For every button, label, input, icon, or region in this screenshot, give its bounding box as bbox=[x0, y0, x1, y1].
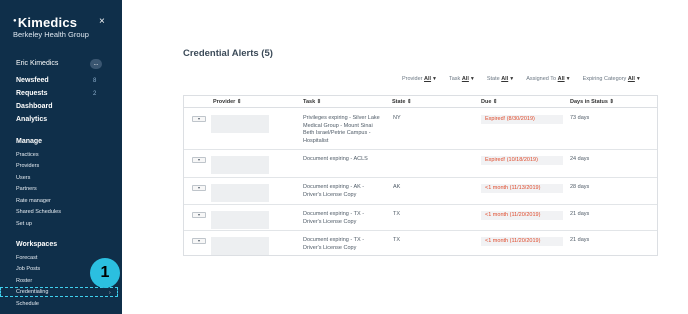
provider-cell bbox=[211, 115, 269, 133]
column-state[interactable]: State ⇕ bbox=[392, 99, 412, 105]
filter-task-label: Task bbox=[449, 76, 461, 82]
provider-cell bbox=[211, 184, 269, 202]
sidebar-item-partners[interactable]: Partners bbox=[16, 186, 37, 192]
sidebar-item-analytics[interactable]: Analytics bbox=[16, 116, 47, 123]
row-action-dropdown[interactable]: ▾ bbox=[192, 157, 206, 163]
app-root: ●Kimedics × Berkeley Health Group Eric K… bbox=[0, 0, 688, 314]
row-action-dropdown[interactable]: ▾ bbox=[192, 238, 206, 244]
filter-task[interactable]: Task All▼ bbox=[449, 76, 475, 82]
column-provider[interactable]: Provider ⇕ bbox=[213, 99, 241, 105]
chevron-down-icon: ▼ bbox=[432, 76, 437, 82]
filter-expiring-category[interactable]: Expiring Category All▼ bbox=[583, 76, 641, 82]
sidebar-item-practices[interactable]: Practices bbox=[16, 152, 39, 158]
filter-assigned-to[interactable]: Assigned To All▼ bbox=[526, 76, 570, 82]
sidebar-item-credentialing[interactable]: Credentialing bbox=[16, 289, 48, 295]
filter-expiring-value[interactable]: All bbox=[628, 76, 635, 82]
days-in-status-cell: 73 days bbox=[570, 115, 590, 121]
sidebar: ●Kimedics × Berkeley Health Group Eric K… bbox=[0, 0, 122, 314]
column-task[interactable]: Task ⇕ bbox=[303, 99, 321, 105]
due-badge: Expired! (10/18/2019) bbox=[481, 156, 563, 165]
chevron-down-icon: ▼ bbox=[565, 76, 571, 82]
column-due[interactable]: Due ⇕ bbox=[481, 99, 498, 105]
row-action-dropdown[interactable]: ▾ bbox=[192, 212, 206, 218]
newsfeed-count-badge: 8 bbox=[93, 78, 97, 84]
days-in-status-cell: 24 days bbox=[570, 156, 590, 162]
filter-provider[interactable]: Provider All▼ bbox=[402, 76, 437, 82]
provider-cell bbox=[211, 156, 269, 174]
sidebar-item-forecast[interactable]: Forecast bbox=[16, 255, 37, 261]
filter-expiring-label: Expiring Category bbox=[582, 76, 627, 82]
step-marker: 1 bbox=[90, 258, 120, 288]
table-row[interactable]: ▾ Privileges expiring - Silver Lake Medi… bbox=[184, 109, 657, 150]
sidebar-item-schedule[interactable]: Schedule bbox=[16, 301, 39, 307]
state-cell: AK bbox=[393, 184, 401, 190]
sidebar-item-rate-manager[interactable]: Rate manager bbox=[16, 198, 51, 204]
filter-state-value[interactable]: All bbox=[501, 76, 508, 82]
expand-caret-icon[interactable]: › bbox=[109, 290, 111, 296]
provider-cell bbox=[211, 237, 269, 255]
provider-cell bbox=[211, 211, 269, 229]
filter-state[interactable]: State All▼ bbox=[487, 76, 514, 82]
days-in-status-cell: 28 days bbox=[570, 184, 590, 190]
sidebar-item-users[interactable]: Users bbox=[16, 175, 30, 181]
column-days-in-status[interactable]: Days in Status ⇕ bbox=[570, 99, 614, 105]
brand-logo[interactable]: ●Kimedics bbox=[13, 15, 77, 30]
organization-name: Berkeley Health Group bbox=[13, 30, 89, 39]
logo-mark-icon: ● bbox=[13, 17, 17, 24]
brand-name: Kimedics bbox=[17, 15, 78, 30]
days-in-status-cell: 21 days bbox=[570, 237, 590, 243]
close-icon[interactable]: × bbox=[99, 16, 105, 27]
row-action-dropdown[interactable]: ▾ bbox=[192, 116, 206, 122]
filter-assigned-label: Assigned To bbox=[526, 76, 557, 82]
due-badge: <1 month (11/20/2019) bbox=[481, 211, 563, 220]
chevron-down-icon: ▼ bbox=[509, 76, 515, 82]
requests-count-badge: 2 bbox=[93, 91, 97, 97]
manage-heading: Manage bbox=[16, 138, 43, 145]
credential-alerts-table: Provider ⇕ Task ⇕ State ⇕ Due ⇕ Days in … bbox=[183, 95, 658, 256]
table-row[interactable]: ▾ Document expiring - AK - Driver's Lice… bbox=[184, 178, 657, 205]
sidebar-item-providers[interactable]: Providers bbox=[16, 163, 39, 169]
sidebar-item-dashboard[interactable]: Dashboard bbox=[16, 103, 53, 110]
page-title: Credential Alerts (5) bbox=[183, 48, 273, 59]
user-name[interactable]: Eric Kimedics bbox=[16, 60, 58, 67]
row-action-dropdown[interactable]: ▾ bbox=[192, 185, 206, 191]
workspaces-heading: Workspaces bbox=[16, 241, 58, 248]
table-row[interactable]: ▾ Document expiring - TX - Driver's Lice… bbox=[184, 205, 657, 231]
chevron-down-icon: ▼ bbox=[469, 76, 475, 82]
table-header: Provider ⇕ Task ⇕ State ⇕ Due ⇕ Days in … bbox=[184, 96, 657, 108]
filter-task-value[interactable]: All bbox=[462, 76, 469, 82]
state-cell: TX bbox=[393, 211, 401, 217]
due-badge: Expired! (8/30/2019) bbox=[481, 115, 563, 124]
task-cell: Document expiring - TX - Driver's Licens… bbox=[303, 211, 365, 225]
filter-assigned-value[interactable]: All bbox=[558, 76, 565, 82]
table-row[interactable]: ▾ Document expiring - TX - Driver's Lice… bbox=[184, 231, 657, 256]
filter-state-label: State bbox=[486, 76, 500, 82]
filter-bar: Provider All▼ Task All▼ State All▼ Assig… bbox=[402, 76, 641, 82]
filter-provider-label: Provider bbox=[402, 76, 423, 82]
sidebar-item-newsfeed[interactable]: Newsfeed bbox=[16, 77, 49, 84]
state-cell: NY bbox=[393, 115, 401, 121]
due-badge: <1 month (11/20/2019) bbox=[481, 237, 563, 246]
task-cell: Document expiring - ACLS bbox=[303, 156, 368, 162]
sidebar-item-shared-schedules[interactable]: Shared Schedules bbox=[16, 209, 61, 215]
task-cell: Document expiring - AK - Driver's Licens… bbox=[303, 184, 365, 198]
sidebar-item-set-up[interactable]: Set up bbox=[16, 221, 32, 227]
filter-provider-value[interactable]: All bbox=[424, 76, 431, 82]
chevron-down-icon: ▼ bbox=[635, 76, 641, 82]
state-cell: TX bbox=[393, 237, 401, 243]
sidebar-item-requests[interactable]: Requests bbox=[16, 90, 48, 97]
sidebar-item-roster[interactable]: Roster bbox=[16, 278, 32, 284]
due-badge: <1 month (11/13/2019) bbox=[481, 184, 563, 193]
table-row[interactable]: ▾ Document expiring - ACLS Expired! (10/… bbox=[184, 150, 657, 178]
days-in-status-cell: 21 days bbox=[570, 211, 590, 217]
sidebar-item-job-posts[interactable]: Job Posts bbox=[16, 266, 40, 272]
task-cell: Document expiring - TX - Driver's Licens… bbox=[303, 237, 365, 251]
task-cell: Privileges expiring - Silver Lake Medica… bbox=[303, 115, 380, 144]
more-options-icon[interactable]: ... bbox=[90, 59, 102, 69]
